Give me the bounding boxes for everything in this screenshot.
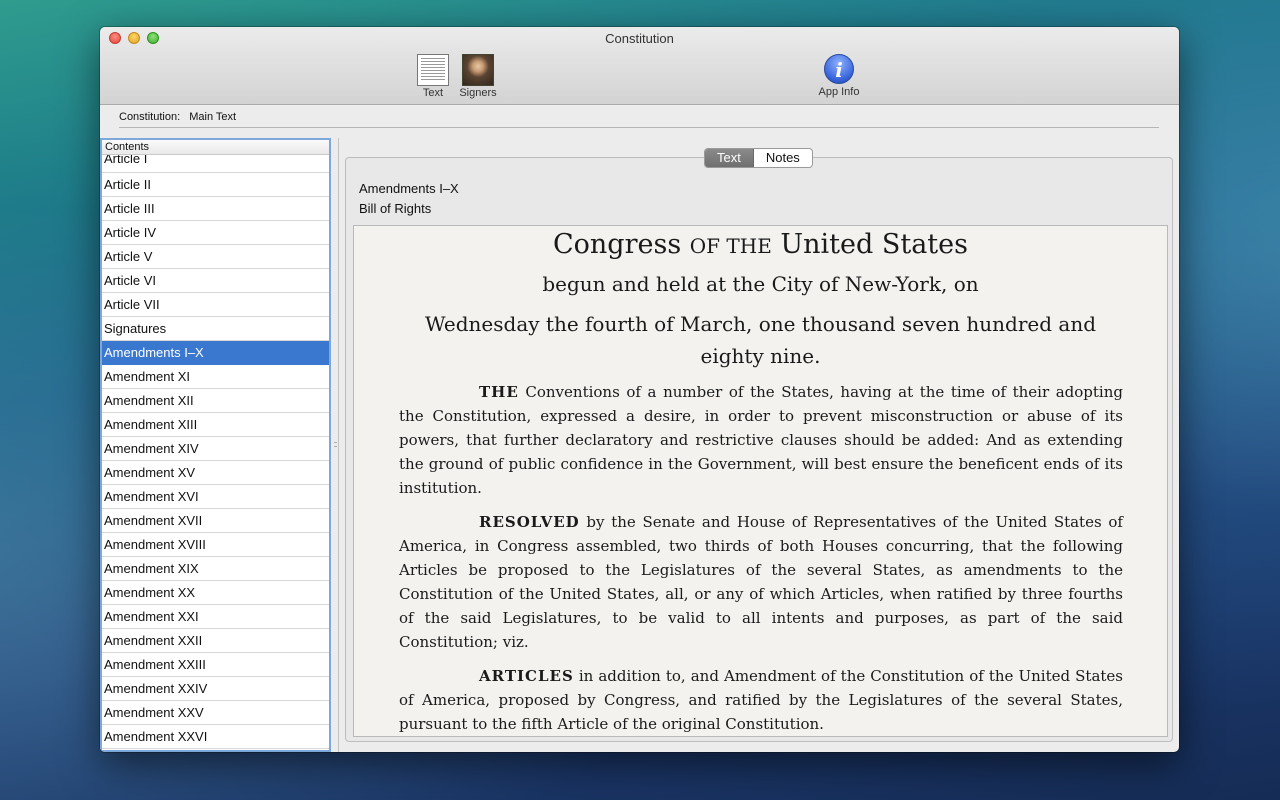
document-title: Congress OF THE United States xyxy=(354,229,1167,260)
panel-header: Amendments I–X Bill of Rights xyxy=(359,179,459,219)
list-item[interactable]: Article III xyxy=(102,197,329,221)
title-part-united-states: United States xyxy=(780,229,968,260)
document-icon xyxy=(417,54,449,86)
divider xyxy=(119,127,1159,128)
list-item[interactable]: Article IV xyxy=(102,221,329,245)
paragraph-lead: ARTICLES xyxy=(479,667,574,685)
contents-sidebar: Contents Article I Article II Article III A… xyxy=(100,138,331,752)
list-item[interactable]: Amendment XVIII xyxy=(102,533,329,557)
list-item[interactable]: Amendment XIV xyxy=(102,437,329,461)
list-item[interactable]: Amendment XV xyxy=(102,461,329,485)
list-item[interactable]: Article VII xyxy=(102,293,329,317)
toolbar-app-info-label: App Info xyxy=(818,86,860,98)
paragraph-resolved: RESOLVED by the Senate and House of Repr… xyxy=(399,510,1123,654)
list-item[interactable]: Amendment XXI xyxy=(102,605,329,629)
paragraph-lead: THE xyxy=(479,383,519,401)
paragraph-articles: ARTICLES in addition to, and Amendment o… xyxy=(399,664,1123,736)
paragraph-body: by the Senate and House of Representativ… xyxy=(399,513,1123,651)
title-part-congress: Congress xyxy=(553,229,682,260)
tab-text[interactable]: Text xyxy=(705,149,754,167)
toolbar-signers-label: Signers xyxy=(459,87,497,99)
breadcrumb: Constitution: Main Text xyxy=(119,111,236,123)
divider-grip-icon[interactable] xyxy=(334,442,337,447)
document-text-view[interactable]: Congress OF THE United States begun and … xyxy=(353,225,1168,737)
tab-notes[interactable]: Notes xyxy=(754,149,812,167)
list-item[interactable]: Amendment XI xyxy=(102,365,329,389)
toolbar-app-info-button[interactable]: i App Info xyxy=(812,54,866,98)
info-icon: i xyxy=(824,54,854,84)
list-item[interactable]: Amendment XII xyxy=(102,389,329,413)
breadcrumb-label: Constitution: xyxy=(119,111,181,123)
list-item[interactable]: Amendments I–X xyxy=(102,341,329,365)
title-bar: Constitution Text Signers i App Info xyxy=(100,27,1179,105)
section-subtitle: Bill of Rights xyxy=(359,201,432,216)
list-item[interactable]: Amendment XXIII xyxy=(102,653,329,677)
list-item[interactable]: Amendment XX xyxy=(102,581,329,605)
view-tabs: Text Notes xyxy=(704,148,813,168)
contents-list[interactable]: Article I Article II Article III Article IV… xyxy=(102,155,329,749)
content-panel: Amendments I–X Bill of Rights Congress O… xyxy=(345,157,1173,742)
toolbar-text-label: Text xyxy=(422,87,444,99)
toolbar-text-button[interactable]: Text xyxy=(416,54,450,99)
contents-column-header[interactable]: Contents xyxy=(102,140,329,155)
list-item[interactable]: Signatures xyxy=(102,317,329,341)
list-item[interactable]: Amendment XXII xyxy=(102,629,329,653)
signer-portrait-icon xyxy=(462,54,494,86)
breadcrumb-value: Main Text xyxy=(189,111,237,123)
list-item[interactable]: Amendment XIX xyxy=(102,557,329,581)
list-item[interactable]: Amendment XXV xyxy=(102,701,329,725)
section-title: Amendments I–X xyxy=(359,181,459,196)
list-item[interactable]: Article I xyxy=(102,155,329,173)
paragraph-lead: RESOLVED xyxy=(479,513,580,531)
list-item[interactable]: Amendment XVI xyxy=(102,485,329,509)
list-item[interactable]: Amendment XVII xyxy=(102,509,329,533)
list-item[interactable]: Amendment XIII xyxy=(102,413,329,437)
list-item[interactable]: Article II xyxy=(102,173,329,197)
document-subtitle: begun and held at the City of New-York, … xyxy=(542,272,979,296)
app-window: Constitution Text Signers i App Info Con… xyxy=(100,27,1179,752)
list-item[interactable]: Article VI xyxy=(102,269,329,293)
toolbar-signers-button[interactable]: Signers xyxy=(456,54,500,99)
title-part-of-the: OF THE xyxy=(689,234,772,258)
window-title: Constitution xyxy=(605,31,674,46)
list-item[interactable]: Amendment XXIV xyxy=(102,677,329,701)
paragraph-preamble: THE Conventions of a number of the State… xyxy=(399,380,1123,500)
list-item[interactable]: Amendment XXVI xyxy=(102,725,329,749)
list-item[interactable]: Article V xyxy=(102,245,329,269)
document-date: Wednesday the fourth of March, one thous… xyxy=(424,312,1097,368)
